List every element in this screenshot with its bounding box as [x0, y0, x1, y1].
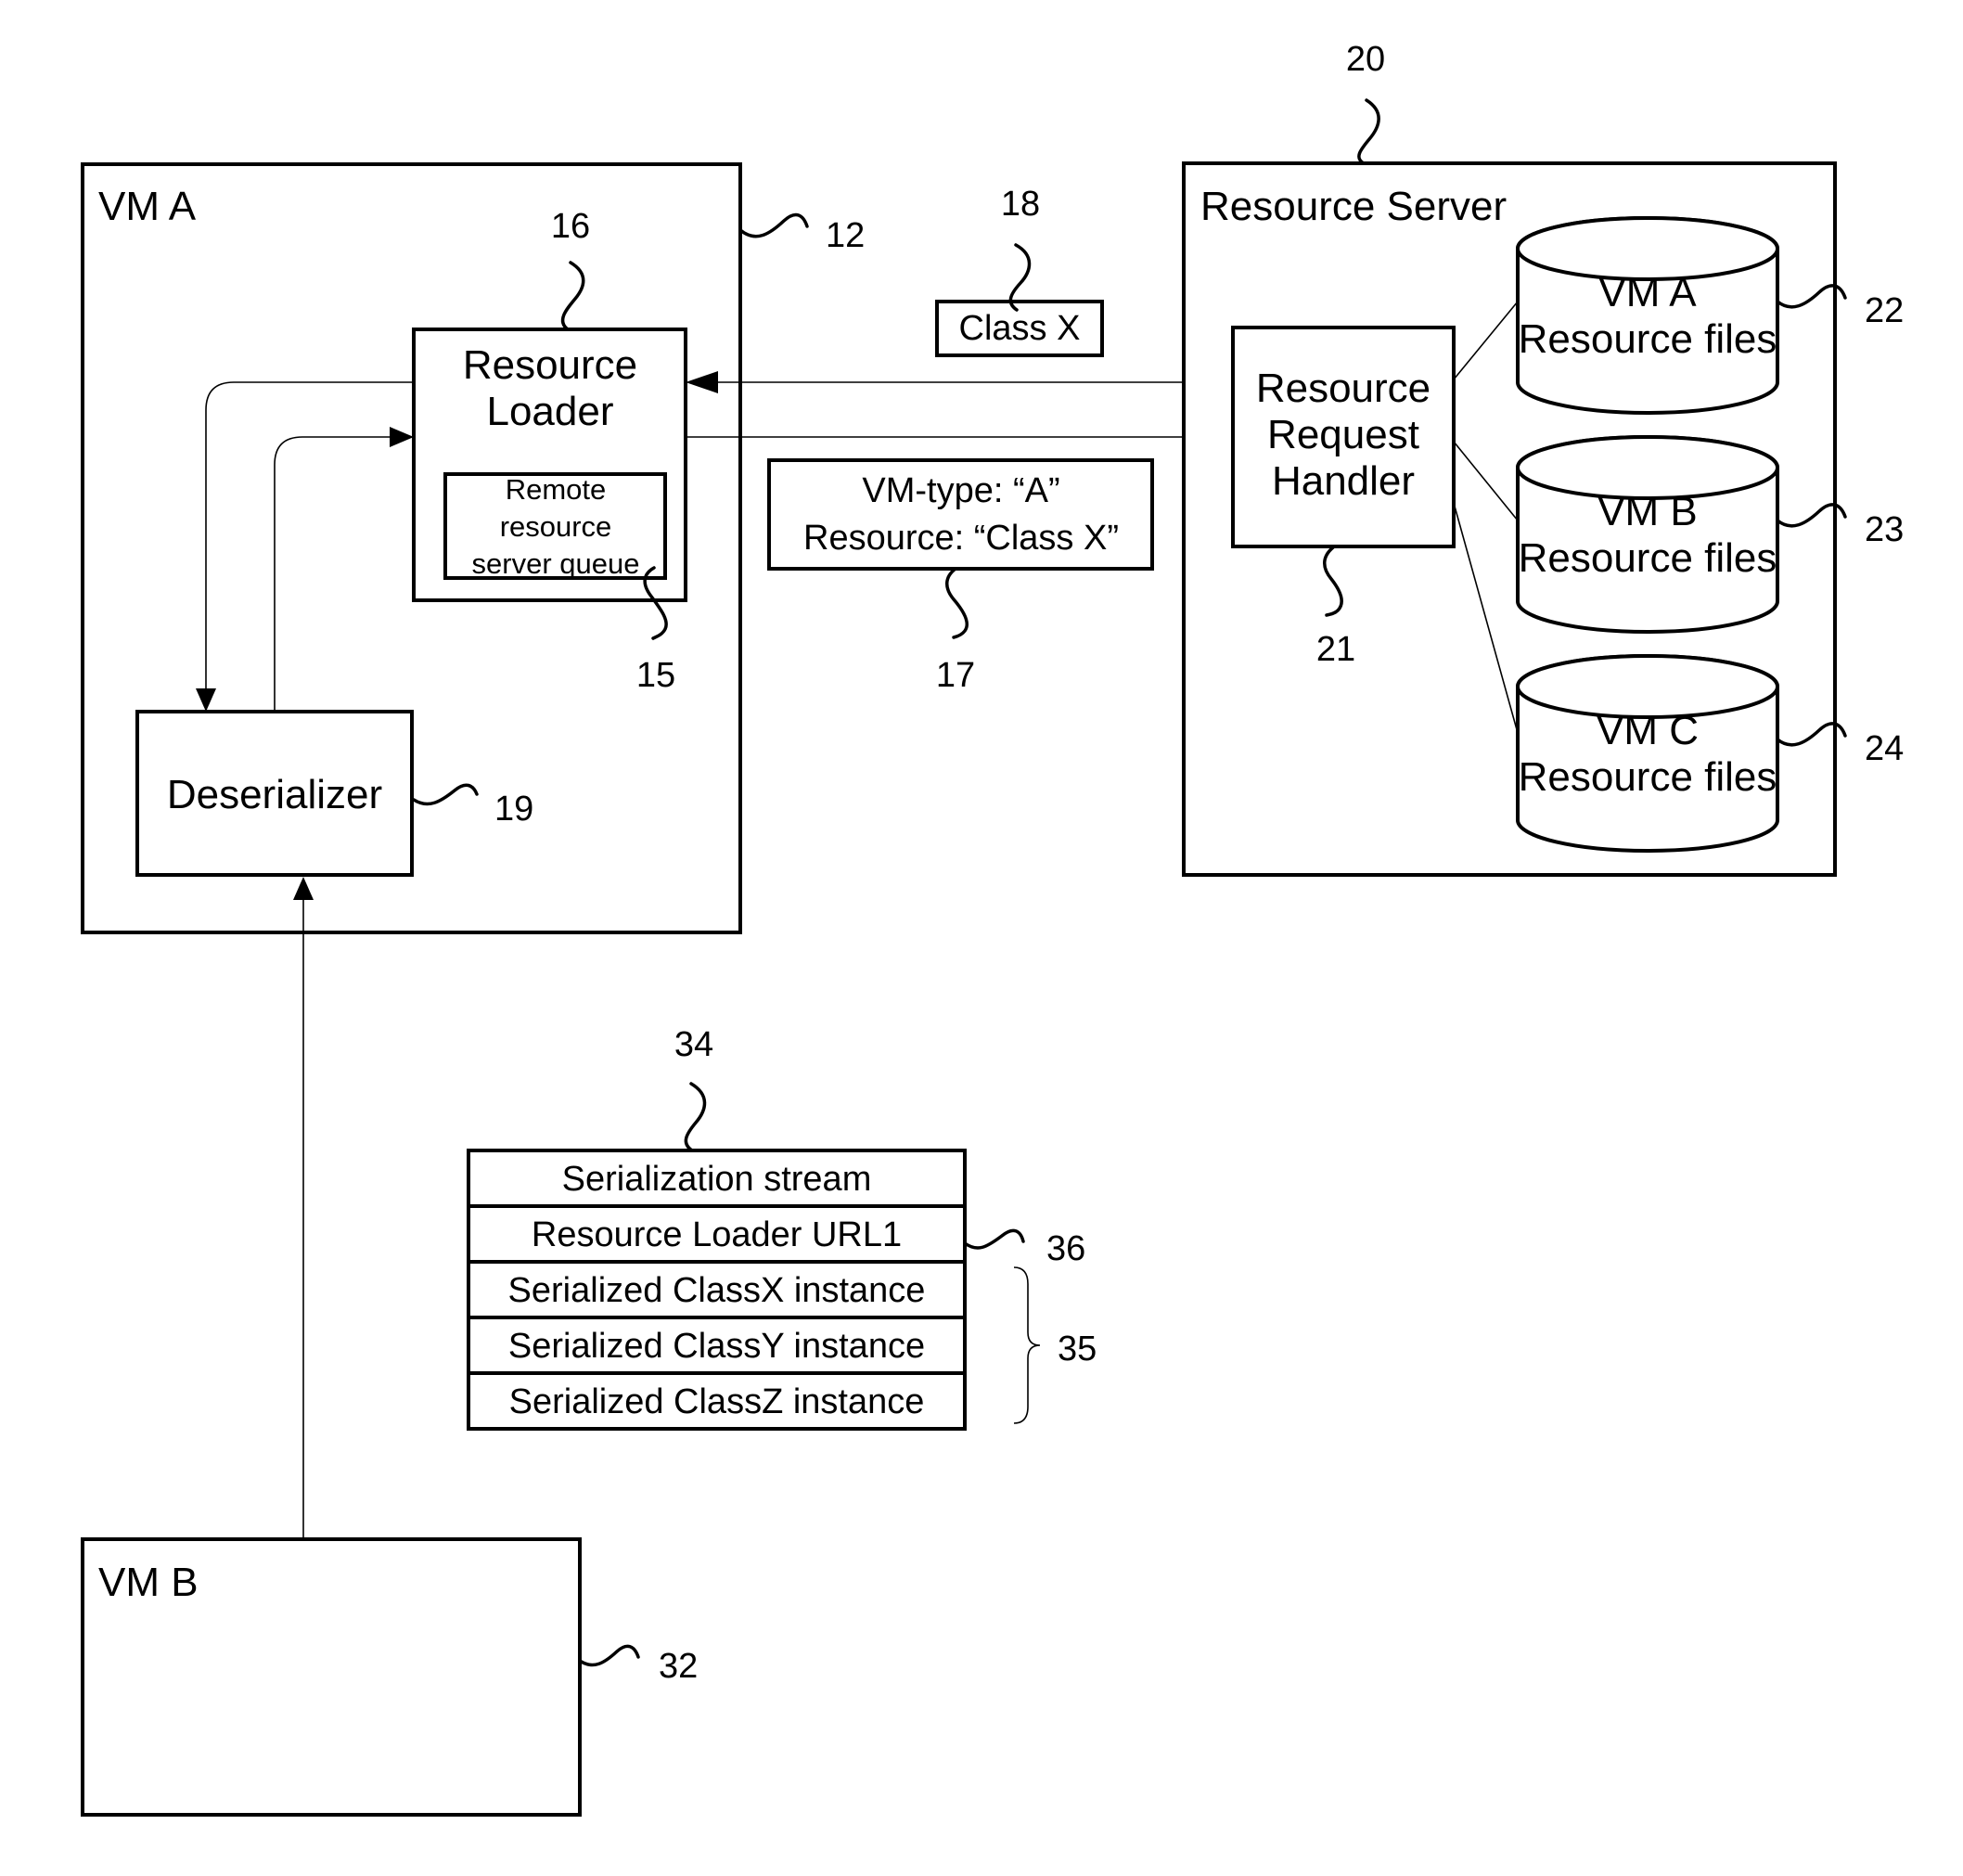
- resource-store-a: VM AResource files 22: [1516, 216, 1904, 415]
- store-label-line2: Resource files: [1519, 535, 1777, 581]
- vm-a-title: VM A: [98, 184, 197, 229]
- stream-row: Serialized ClassZ instance: [467, 1371, 967, 1431]
- request-handler-line1: Resource: [1256, 366, 1431, 411]
- url-row-ref: 36: [1046, 1229, 1085, 1268]
- vm-b-ref-leader: [578, 1644, 640, 1667]
- request-handler-ref: 21: [1316, 630, 1355, 669]
- class-x-ref: 18: [1001, 185, 1040, 224]
- stream-row: Resource Loader URL1: [467, 1204, 967, 1264]
- store-ref: 23: [1865, 510, 1904, 549]
- resource-loader-label-line2: Loader: [486, 389, 613, 434]
- vm-b-ref: 32: [659, 1647, 698, 1686]
- deserializer-ref: 19: [494, 790, 533, 829]
- resource-store-b: VM BResource files 23: [1516, 435, 1904, 634]
- url-row-ref-leader: [963, 1228, 1025, 1250]
- resource-store-c: VM CResource files 24: [1516, 654, 1904, 853]
- serialization-stream-table: Serialization stream Resource Loader URL1…: [467, 1149, 967, 1431]
- store-ref: 24: [1865, 729, 1904, 768]
- resource-loader-label-line1: Resource: [463, 342, 637, 388]
- serialization-stream-ref-leader: [684, 1082, 707, 1152]
- stream-row-label: Serialized ClassX instance: [508, 1271, 926, 1310]
- request-message-ref: 17: [936, 656, 975, 695]
- queue-ref: 15: [636, 656, 675, 695]
- instances-brace: [1013, 1266, 1041, 1424]
- request-message-line2: Resource: “Class X”: [803, 519, 1119, 558]
- class-x-label: Class X: [959, 309, 1081, 348]
- stream-row-label: Serialized ClassY instance: [508, 1327, 925, 1366]
- resource-stores: VM AResource files22VM BResource files23…: [1516, 216, 1904, 853]
- queue-label-line2: resource: [500, 510, 612, 543]
- request-message-ref-leader: [945, 567, 969, 639]
- serialization-stream: 34 Serialization stream Resource Loader U…: [467, 1025, 1097, 1431]
- store-label-line1: VM C: [1597, 708, 1699, 753]
- request-message: VM-type: “A” Resource: “Class X” 17: [767, 458, 1154, 695]
- resource-loader-ref: 16: [551, 207, 590, 246]
- stream-header-row: Serialization stream: [467, 1149, 967, 1208]
- queue-label-line1: Remote: [506, 473, 607, 506]
- vm-b-title: VM B: [98, 1560, 199, 1605]
- queue-label-line3: server queue: [472, 547, 640, 580]
- resource-server-ref: 20: [1346, 40, 1385, 79]
- stream-row: Serialized ClassY instance: [467, 1316, 967, 1375]
- store-ref: 22: [1865, 291, 1904, 330]
- diagram-canvas: VM A 12 Resource Loader 16 Remote resour…: [81, 40, 1904, 1817]
- request-handler-line3: Handler: [1272, 458, 1415, 504]
- serialization-stream-ref: 34: [674, 1025, 713, 1064]
- stream-row-label: Serialized ClassZ instance: [509, 1382, 925, 1421]
- request-message-line1: VM-type: “A”: [862, 471, 1059, 510]
- resource-server-title: Resource Server: [1200, 184, 1507, 229]
- resource-server-container: Resource Server 20 Resource Request Hand…: [1182, 40, 1904, 877]
- stream-row-label: Serialization stream: [562, 1160, 872, 1199]
- instances-ref: 35: [1058, 1330, 1097, 1368]
- store-label-line2: Resource files: [1519, 316, 1777, 362]
- store-label-line1: VM A: [1598, 270, 1697, 315]
- stream-row-label: Resource Loader URL1: [532, 1215, 902, 1254]
- class-x-message: Class X 18: [935, 185, 1104, 357]
- request-handler-line2: Request: [1267, 412, 1419, 457]
- stream-row: Serialized ClassX instance: [467, 1260, 967, 1319]
- vm-a-ref-leader: [738, 212, 809, 238]
- resource-server-ref-leader: [1357, 98, 1380, 165]
- deserializer-label-text: Deserializer: [167, 772, 382, 817]
- store-label-line2: Resource files: [1519, 754, 1777, 800]
- vm-a-container: VM A 12 Resource Loader 16 Remote resour…: [81, 162, 865, 934]
- store-label-line1: VM B: [1597, 489, 1698, 534]
- vm-a-ref: 12: [826, 216, 865, 255]
